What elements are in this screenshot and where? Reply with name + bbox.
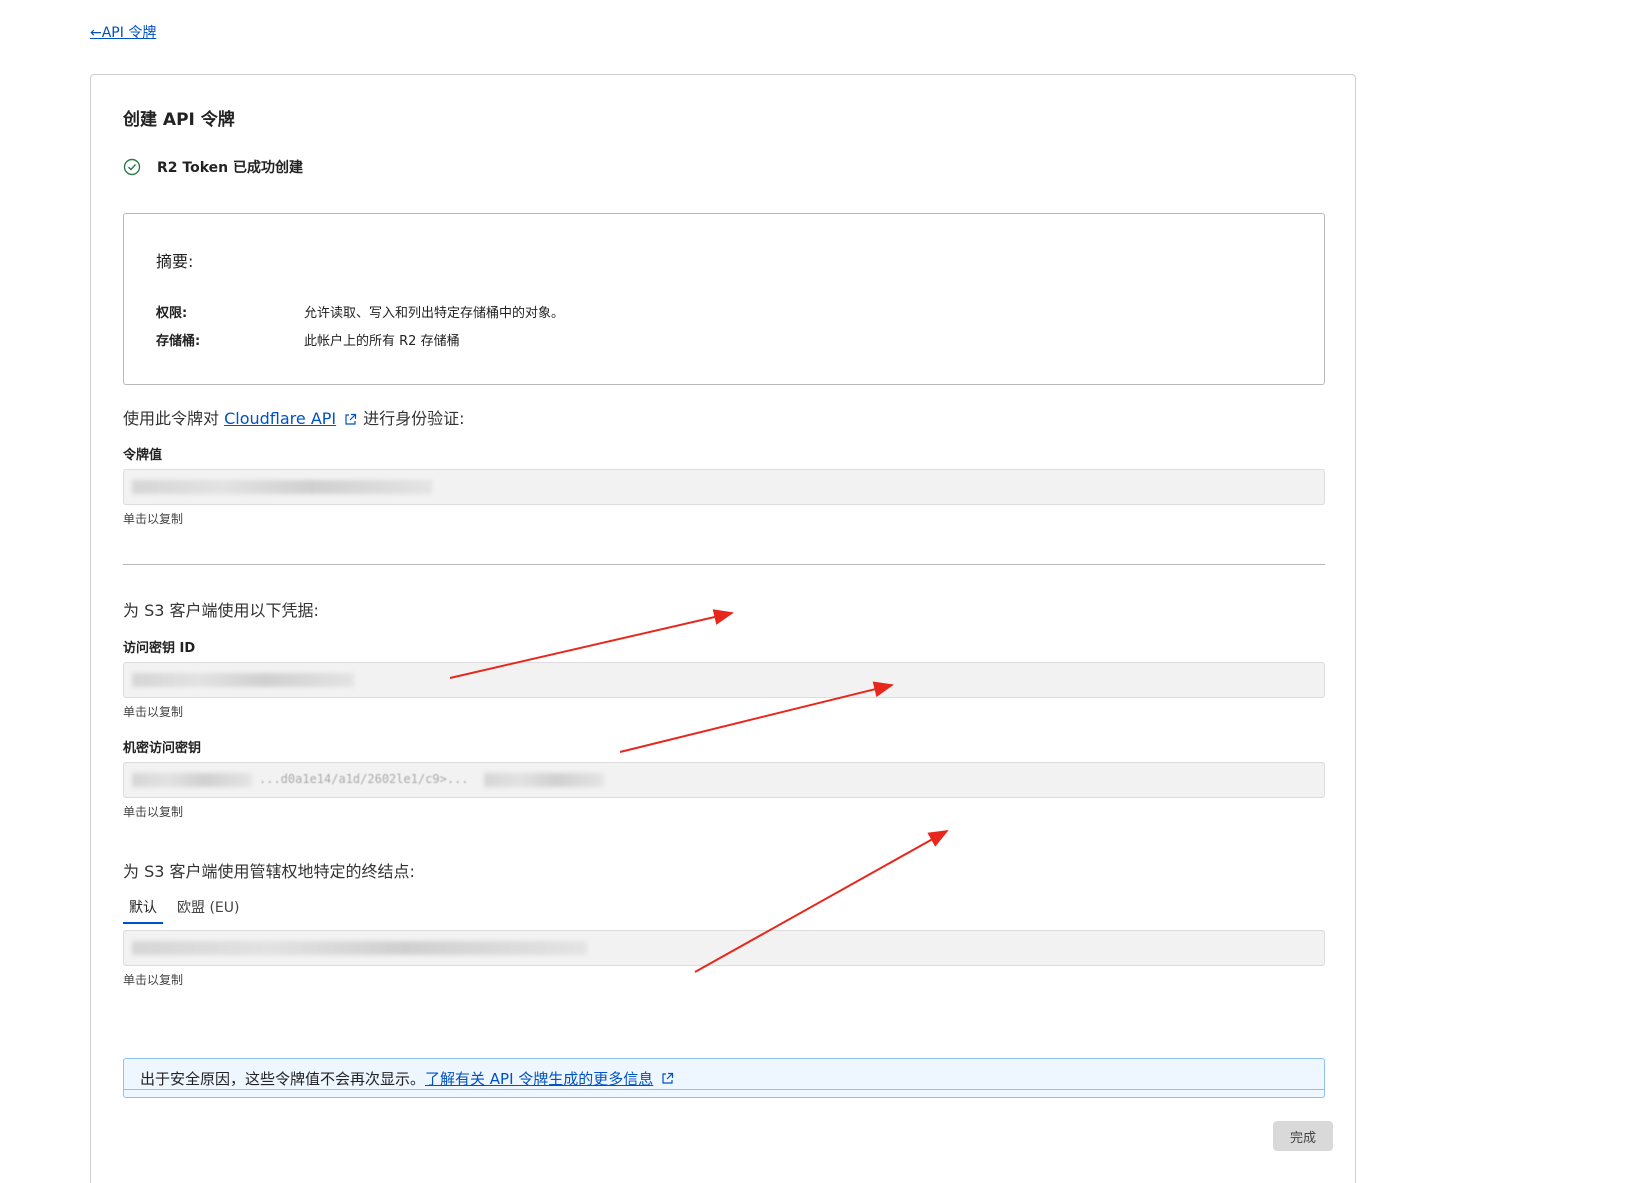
- tab-eu[interactable]: 欧盟 (EU): [177, 897, 239, 924]
- page-title: 创建 API 令牌: [123, 110, 235, 130]
- cloudflare-api-link[interactable]: Cloudflare API: [224, 409, 336, 428]
- secret-key-copy-hint: 单击以复制: [123, 805, 184, 819]
- permissions-label: 权限:: [156, 306, 188, 321]
- buckets-label: 存储桶:: [156, 334, 201, 349]
- token-copy-hint: 单击以复制: [123, 512, 184, 526]
- endpoint-field[interactable]: [123, 930, 1325, 966]
- secret-partial-text: ...d0a1e14/a1d/2602le1/c9>...: [259, 772, 469, 786]
- auth-suffix: 进行身份验证:: [363, 409, 465, 428]
- token-value-label: 令牌值: [123, 448, 163, 463]
- auth-instruction: 使用此令牌对 Cloudflare API 进行身份验证:: [123, 405, 465, 429]
- create-token-card: 创建 API 令牌 R2 Token 已成功创建 摘要: 权限: 允许读取、写入…: [90, 74, 1356, 1183]
- secret-access-key-field[interactable]: ...d0a1e14/a1d/2602le1/c9>...: [123, 762, 1325, 798]
- external-link-icon[interactable]: [661, 1072, 674, 1085]
- auth-prefix: 使用此令牌对: [123, 409, 225, 428]
- external-link-icon[interactable]: [344, 413, 357, 426]
- back-to-api-tokens-link[interactable]: ←API 令牌: [90, 22, 156, 42]
- done-button[interactable]: 完成: [1273, 1121, 1333, 1151]
- success-text: R2 Token 已成功创建: [157, 160, 303, 176]
- access-key-id-field[interactable]: [123, 662, 1325, 698]
- access-key-copy-hint: 单击以复制: [123, 705, 184, 719]
- security-info-banner: 出于安全原因，这些令牌值不会再次显示。 了解有关 API 令牌生成的更多信息: [123, 1058, 1325, 1098]
- check-circle-icon: [123, 158, 141, 176]
- success-message: R2 Token 已成功创建: [123, 157, 303, 177]
- token-value-field[interactable]: [123, 469, 1325, 505]
- s3-credentials-heading: 为 S3 客户端使用以下凭据:: [123, 601, 319, 620]
- learn-more-link[interactable]: 了解有关 API 令牌生成的更多信息: [425, 1068, 653, 1089]
- tab-default[interactable]: 默认: [123, 897, 163, 924]
- endpoint-tabs: 默认 欧盟 (EU): [123, 897, 239, 924]
- endpoint-heading: 为 S3 客户端使用管辖权地特定的终结点:: [123, 862, 415, 881]
- section-divider: [123, 564, 1325, 565]
- buckets-value: 此帐户上的所有 R2 存储桶: [304, 334, 460, 349]
- secret-access-key-label: 机密访问密钥: [123, 741, 202, 756]
- permissions-value: 允许读取、写入和列出特定存储桶中的对象。: [304, 306, 565, 321]
- bottom-divider: [123, 1089, 1325, 1090]
- endpoint-copy-hint: 单击以复制: [123, 973, 184, 987]
- banner-text: 出于安全原因，这些令牌值不会再次显示。: [140, 1069, 426, 1088]
- summary-heading: 摘要:: [156, 252, 194, 271]
- access-key-id-label: 访问密钥 ID: [123, 641, 196, 656]
- summary-box: 摘要: 权限: 允许读取、写入和列出特定存储桶中的对象。 存储桶: 此帐户上的所…: [123, 213, 1325, 385]
